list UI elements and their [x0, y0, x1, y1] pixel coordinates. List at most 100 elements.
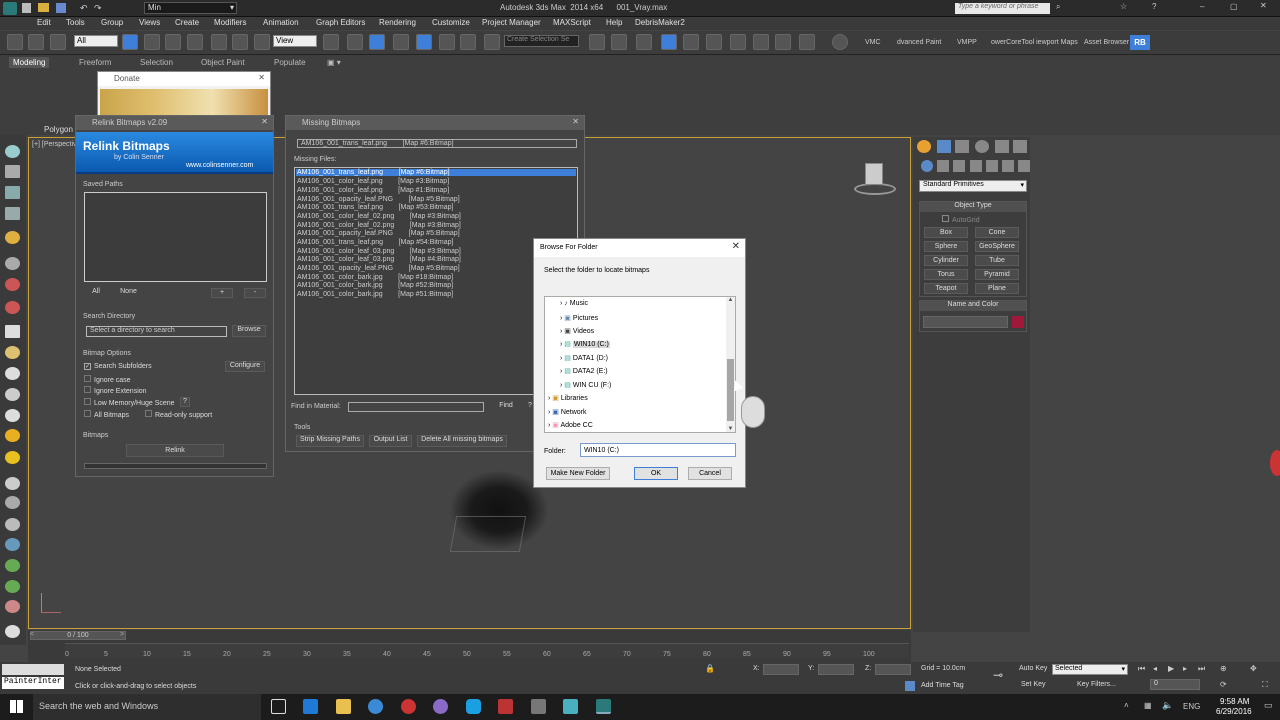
plane-button[interactable]: Plane: [975, 283, 1019, 294]
keyboard-lang[interactable]: ENG: [1183, 702, 1200, 711]
time-tag-icon[interactable]: [905, 681, 915, 691]
bulb-tool-icon[interactable]: [5, 451, 20, 464]
geometry-icon[interactable]: [921, 160, 933, 172]
save-icon[interactable]: [56, 3, 66, 13]
spinner-snap-icon[interactable]: [460, 34, 476, 50]
list-item[interactable]: AM106_001_opacity_leaf.PNG [Map #5:Bitma…: [297, 230, 460, 237]
pyramid-button[interactable]: Pyramid: [975, 269, 1019, 280]
cone-tool-icon[interactable]: [5, 388, 20, 401]
box-tool-icon[interactable]: [5, 165, 20, 178]
play-icon[interactable]: ▶: [1168, 664, 1174, 673]
lights-icon[interactable]: [953, 160, 965, 172]
named-selection-dropdown[interactable]: Create Selection Se: [504, 35, 579, 47]
modify-tab-icon[interactable]: [937, 140, 951, 153]
disc-tool-icon[interactable]: [5, 625, 20, 638]
select-all-button[interactable]: All: [85, 288, 107, 298]
render-production-icon[interactable]: [799, 34, 815, 50]
plugin-vmpp[interactable]: VMPP: [957, 39, 977, 46]
viewcube-icon[interactable]: [849, 163, 899, 198]
snaps-toggle-icon[interactable]: [393, 34, 409, 50]
app-red-icon[interactable]: [401, 699, 416, 714]
zoom-icon[interactable]: ⊕: [1220, 664, 1227, 673]
folder-input[interactable]: WIN10 (C:): [580, 443, 736, 457]
maximize-icon[interactable]: ▢: [1230, 2, 1238, 11]
primitive-type-dropdown[interactable]: Standard Primitives ▾: [919, 180, 1027, 192]
tree-item-data2[interactable]: › ▤ DATA2 (E:): [560, 367, 608, 375]
pyramid-tool-icon[interactable]: [5, 409, 20, 422]
find-in-material-input[interactable]: [348, 402, 484, 412]
list-item[interactable]: AM106_001_color_leaf_03.png [Map #3:Bitm…: [297, 248, 461, 255]
browse-close-icon[interactable]: ✕: [732, 241, 740, 252]
menu-graph-editors[interactable]: Graph Editors: [316, 18, 365, 27]
pan-icon[interactable]: ✥: [1250, 664, 1257, 673]
object-type-header[interactable]: Object Type: [920, 202, 1026, 212]
select-none-button[interactable]: None: [116, 288, 141, 298]
vray-icon[interactable]: [832, 34, 848, 50]
reference-coord-dropdown[interactable]: View: [273, 35, 317, 47]
tree-item-music[interactable]: › ♪ Music: [560, 300, 588, 307]
menu-debrismaker[interactable]: DebrisMaker2: [635, 18, 685, 27]
time-slider[interactable]: 0 / 100: [30, 631, 126, 640]
saved-paths-list[interactable]: [84, 192, 267, 282]
name-color-header[interactable]: Name and Color: [920, 301, 1026, 311]
menu-project-manager[interactable]: Project Manager: [482, 18, 541, 27]
prev-frame-icon[interactable]: ◂: [1153, 664, 1157, 673]
tree-item-win10[interactable]: › ▤ WIN10 (C:): [560, 340, 610, 348]
star-icon[interactable]: ☆: [1120, 2, 1127, 11]
delete-all-missing-button[interactable]: Delete All missing bitmaps: [417, 435, 507, 447]
search-subfolders-checkbox[interactable]: ✓ Search Subfolders: [84, 363, 152, 370]
app-gray-icon[interactable]: [531, 699, 546, 714]
menu-help[interactable]: Help: [606, 18, 622, 27]
list-item[interactable]: AM106_001_color_leaf_02.png [Map #3:Bitm…: [297, 213, 461, 220]
all-bitmaps-checkbox[interactable]: All Bitmaps: [84, 410, 129, 419]
list-item[interactable]: AM106_001_color_bark.jpg [Map #52:Bitmap…: [297, 282, 453, 289]
plugin-powercoretool[interactable]: owerCoreTool iewport Maps: [991, 39, 1078, 46]
y-coord-field[interactable]: [818, 664, 854, 675]
tree-item-network[interactable]: › ▣ Network: [548, 408, 587, 416]
notifications-icon[interactable]: ▭: [1264, 700, 1273, 711]
tree-item-videos[interactable]: › ▣ Videos: [560, 327, 594, 335]
scroll-down-icon[interactable]: ▼: [726, 426, 735, 432]
auto-key-button[interactable]: Auto Key: [1019, 665, 1047, 672]
configure-button[interactable]: Configure: [225, 361, 265, 372]
cancel-button[interactable]: Cancel: [688, 467, 732, 480]
globe-tool-icon[interactable]: [5, 538, 20, 551]
list-item[interactable]: AM106_001_color_leaf_03.png [Map #4:Bitm…: [297, 256, 461, 263]
gear-tool-icon[interactable]: [5, 600, 20, 613]
list-item[interactable]: AM106_001_color_leaf_02.png [Map #3:Bitm…: [297, 222, 461, 229]
edge-browser-icon[interactable]: [303, 699, 318, 714]
cone-button[interactable]: Cone: [975, 227, 1019, 238]
tab-populate[interactable]: Populate: [274, 58, 306, 67]
output-list-button[interactable]: Output List: [369, 435, 412, 447]
cameras-icon[interactable]: [970, 160, 982, 172]
plugin-advanced-paint[interactable]: dvanced Paint: [897, 39, 941, 46]
goto-end-icon[interactable]: ⏭: [1198, 664, 1205, 674]
rendered-frame-icon[interactable]: [775, 34, 791, 50]
motion-tab-icon[interactable]: [975, 140, 989, 153]
menu-views[interactable]: Views: [139, 18, 160, 27]
key-filters-button[interactable]: Key Filters...: [1077, 681, 1116, 688]
plugin-rb-button[interactable]: RB: [1130, 35, 1150, 50]
list-item[interactable]: AM106_001_color_bark.jpg [Map #18:Bitmap…: [297, 274, 453, 281]
brush-tool-icon[interactable]: [5, 496, 20, 509]
leaf-tool-icon[interactable]: [5, 559, 20, 572]
time-slider-next-icon[interactable]: >: [120, 631, 124, 638]
object-color-swatch[interactable]: [1012, 316, 1024, 328]
object-name-input[interactable]: [923, 316, 1008, 328]
goto-start-icon[interactable]: ⏮: [1138, 664, 1145, 674]
find-button[interactable]: Find: [491, 402, 521, 413]
tree-item-data1[interactable]: › ▤ DATA1 (D:): [560, 354, 608, 362]
maxscript-mini-field[interactable]: [2, 664, 64, 675]
keyboard-shortcut-icon[interactable]: [369, 34, 385, 50]
maxscript-listener[interactable]: PainterInter: [2, 677, 64, 689]
taskbar-search[interactable]: Search the web and Windows: [33, 694, 261, 720]
readonly-checkbox[interactable]: Read-only support: [145, 410, 212, 419]
list-item[interactable]: AM106_001_trans_leaf.png [Map #54:Bitmap…: [297, 239, 453, 246]
tab-modeling[interactable]: Modeling: [9, 57, 50, 68]
file-explorer-icon[interactable]: [336, 699, 351, 714]
sphere-button[interactable]: Sphere: [924, 241, 968, 252]
current-frame-field[interactable]: 0: [1150, 679, 1200, 690]
workspace-dropdown[interactable]: Min ▾: [144, 2, 237, 14]
app-logo-icon[interactable]: [3, 2, 17, 15]
close-icon[interactable]: ✕: [1260, 1, 1267, 10]
